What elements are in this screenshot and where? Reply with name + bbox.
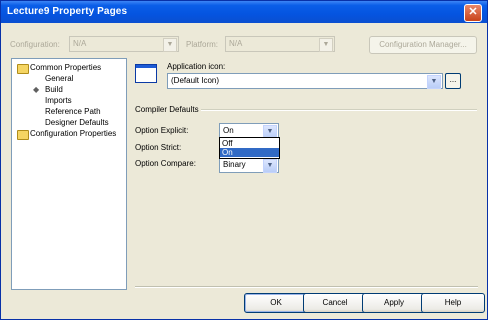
- section-divider: [201, 109, 477, 111]
- tree-item-imports[interactable]: Imports: [45, 96, 72, 105]
- application-icon-preview: [135, 64, 157, 83]
- chevron-down-icon: ▼: [163, 38, 177, 52]
- selected-item-icon: ◆: [33, 85, 40, 94]
- application-icon-value: (Default Icon): [171, 76, 220, 85]
- dropdown-option-on[interactable]: On: [220, 148, 279, 157]
- tree-item-reference-path[interactable]: Reference Path: [45, 107, 101, 116]
- tree-item-build[interactable]: Build: [45, 85, 63, 94]
- apply-button[interactable]: Apply: [362, 293, 426, 313]
- option-compare-value: Binary: [223, 160, 246, 169]
- property-tree[interactable]: Common Properties General ◆ Build Import…: [11, 58, 127, 290]
- tree-item-common-properties[interactable]: Common Properties: [30, 63, 101, 72]
- option-explicit-label: Option Explicit:: [135, 126, 189, 135]
- chevron-down-icon: ▼: [427, 75, 441, 89]
- tree-item-configuration-properties[interactable]: Configuration Properties: [30, 129, 116, 138]
- ok-button[interactable]: OK: [244, 293, 308, 313]
- option-strict-label: Option Strict:: [135, 143, 182, 152]
- option-compare-combo[interactable]: Binary ▼: [219, 157, 279, 173]
- tree-item-general[interactable]: General: [45, 74, 73, 83]
- option-explicit-value: On: [223, 126, 234, 135]
- configuration-manager-button[interactable]: Configuration Manager...: [369, 36, 477, 54]
- compiler-defaults-label: Compiler Defaults: [135, 105, 199, 114]
- application-icon-label: Application icon:: [167, 62, 226, 71]
- footer-divider: [135, 286, 478, 288]
- configuration-value: N/A: [73, 39, 87, 48]
- close-button[interactable]: ✕: [464, 4, 482, 22]
- help-button[interactable]: Help: [421, 293, 485, 313]
- platform-label: Platform:: [186, 40, 219, 49]
- window-title: Lecture9 Property Pages: [7, 6, 128, 17]
- option-compare-label: Option Compare:: [135, 159, 196, 168]
- platform-combo[interactable]: N/A ▼: [225, 36, 335, 52]
- option-explicit-dropdown-list[interactable]: Off On: [219, 137, 280, 159]
- tree-item-designer-defaults[interactable]: Designer Defaults: [45, 118, 109, 127]
- configuration-label: Configuration:: [10, 40, 60, 49]
- browse-icon-button[interactable]: ...: [445, 73, 461, 89]
- chevron-down-icon: ▼: [319, 38, 333, 52]
- folder-icon: [17, 130, 29, 140]
- dropdown-option-off[interactable]: Off: [220, 139, 279, 148]
- cancel-button[interactable]: Cancel: [303, 293, 367, 313]
- configuration-combo[interactable]: N/A ▼: [69, 36, 179, 52]
- folder-open-icon: [17, 64, 29, 74]
- title-bar[interactable]: Lecture9 Property Pages ✕: [1, 1, 487, 23]
- close-icon: ✕: [468, 6, 478, 18]
- platform-value: N/A: [229, 39, 243, 48]
- property-pages-window: Lecture9 Property Pages ✕ Configuration:…: [0, 0, 488, 320]
- chevron-down-icon: ▼: [263, 159, 277, 173]
- application-icon-combo[interactable]: (Default Icon) ▼: [167, 73, 443, 89]
